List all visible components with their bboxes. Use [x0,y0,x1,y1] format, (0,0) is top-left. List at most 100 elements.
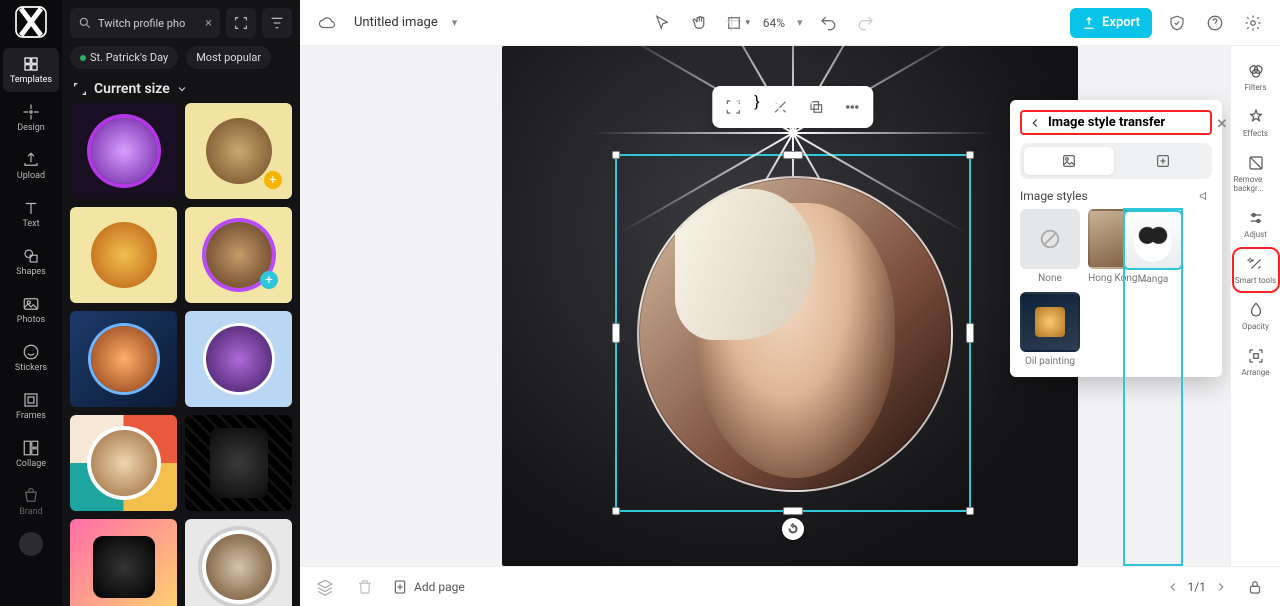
style-manga[interactable]: Manga [1123,208,1183,566]
resize-handle[interactable] [612,151,620,159]
nav-text[interactable]: Text [3,192,59,236]
label: Text [22,219,39,229]
template-search[interactable]: Twitch profile pho × [70,8,220,38]
rail-opacity[interactable]: Opacity [1234,295,1278,337]
nav-templates-label: Templates [10,75,52,85]
nav-stickers[interactable]: Stickers [3,336,59,380]
chip-mostpopular[interactable]: Most popular [186,46,271,69]
canvas[interactable]: } [300,46,1280,566]
template-thumb[interactable] [185,415,292,511]
panel-tabs [1020,143,1212,179]
layers-icon[interactable] [312,574,338,600]
style-none[interactable]: None [1020,209,1080,284]
chevron-down-icon[interactable]: ▾ [797,16,803,29]
prev-page[interactable] [1166,580,1180,594]
rail-effects[interactable]: Effects [1234,102,1278,144]
chevron-down-icon [176,83,188,95]
label: Frames [16,411,46,421]
search-icon [78,16,92,30]
chevron-down-icon[interactable]: ▾ [452,16,458,29]
next-page[interactable] [1214,580,1228,594]
nav-brand[interactable]: Brand [3,480,59,524]
tab-preset[interactable] [1024,147,1114,175]
bottom-bar: Add page 1/1 [300,566,1280,606]
label: Photos [17,315,45,325]
rail-remove-bg[interactable]: Remove backgr... [1234,148,1278,199]
app-logo [11,6,51,38]
resize-handle[interactable] [612,507,620,515]
resize-handle[interactable] [966,151,974,159]
panel-title: Image style transfer [1048,115,1165,130]
cursor-tool[interactable] [649,10,675,36]
search-value: Twitch profile pho [98,17,185,30]
template-thumb[interactable] [185,519,292,606]
label: Brand [19,507,42,517]
nav-design[interactable]: Design [3,96,59,140]
help-icon[interactable] [1202,10,1228,36]
resize-handle[interactable] [966,323,974,343]
rail-smart-tools[interactable]: Smart tools [1234,249,1278,291]
zoom-value[interactable]: 64% [763,16,785,30]
template-thumb[interactable]: + [185,103,292,199]
rail-adjust[interactable]: Adjust [1234,203,1278,245]
styles-label: Image styles [1020,189,1088,203]
page-controls: 1/1 [1166,580,1228,594]
tab-upload[interactable] [1118,147,1208,175]
artboard[interactable]: } [502,46,1078,566]
template-thumb[interactable] [70,415,177,511]
template-thumb[interactable] [70,519,177,606]
label: Upload [17,171,45,181]
label: Stickers [15,363,47,373]
undo-button[interactable] [815,10,841,36]
image-style-panel: Image style transfer ✕ Image styles None… [1010,100,1222,377]
nav-photos[interactable]: Photos [3,288,59,332]
main-area: Untitled image ▾ ▾ 64% ▾ Export [300,0,1280,606]
volume-icon[interactable] [1198,189,1212,203]
label: Design [17,123,45,133]
trash-icon[interactable] [352,574,378,600]
rotate-handle[interactable] [782,518,804,540]
topbar: Untitled image ▾ ▾ 64% ▾ Export [300,0,1280,46]
right-rail: Filters Effects Remove backgr... Adjust … [1230,46,1280,566]
nav-collage[interactable]: Collage [3,432,59,476]
template-thumb[interactable] [185,311,292,407]
template-thumb[interactable] [70,311,177,407]
nav-upload[interactable]: Upload [3,144,59,188]
add-page[interactable]: Add page [392,579,465,595]
templates-grid: + + [62,103,300,606]
template-thumb[interactable] [70,207,177,303]
nav-templates[interactable]: Templates [3,48,59,92]
export-button[interactable]: Export [1070,8,1152,38]
template-thumb[interactable]: + [185,207,292,303]
portrait-image[interactable] [637,176,953,492]
filter-button[interactable] [262,8,292,38]
shield-icon[interactable] [1164,10,1190,36]
doc-title[interactable]: Untitled image [354,15,438,30]
crop-icon [72,81,88,97]
panel-title-row: Image style transfer ✕ [1020,110,1212,135]
resize-handle[interactable] [783,151,803,159]
resize-handle[interactable] [966,507,974,515]
selection-box[interactable]: } [615,154,971,512]
scan-button[interactable] [226,8,256,38]
cloud-icon[interactable] [314,10,340,36]
page-indicator: 1/1 [1188,580,1206,594]
close-icon[interactable]: ✕ [1212,114,1232,134]
style-oil[interactable]: Oil painting [1020,292,1080,367]
nav-shapes[interactable]: Shapes [3,240,59,284]
size-section[interactable]: Current size [62,77,300,103]
rail-arrange[interactable]: Arrange [1234,341,1278,383]
hand-tool[interactable] [687,10,713,36]
chevron-left-icon[interactable] [1028,116,1042,130]
template-thumb[interactable] [70,103,177,199]
lock-icon[interactable] [1242,574,1268,600]
nav-frames[interactable]: Frames [3,384,59,428]
settings-icon[interactable] [1240,10,1266,36]
nav-more[interactable] [19,532,43,556]
clear-search-icon[interactable]: × [205,16,212,31]
rail-filters[interactable]: Filters [1234,56,1278,98]
label: Shapes [16,267,46,277]
resize-handle[interactable] [612,323,620,343]
chip-stpatrick[interactable]: St. Patrick's Day [70,46,178,69]
resize-handle[interactable] [783,507,803,515]
